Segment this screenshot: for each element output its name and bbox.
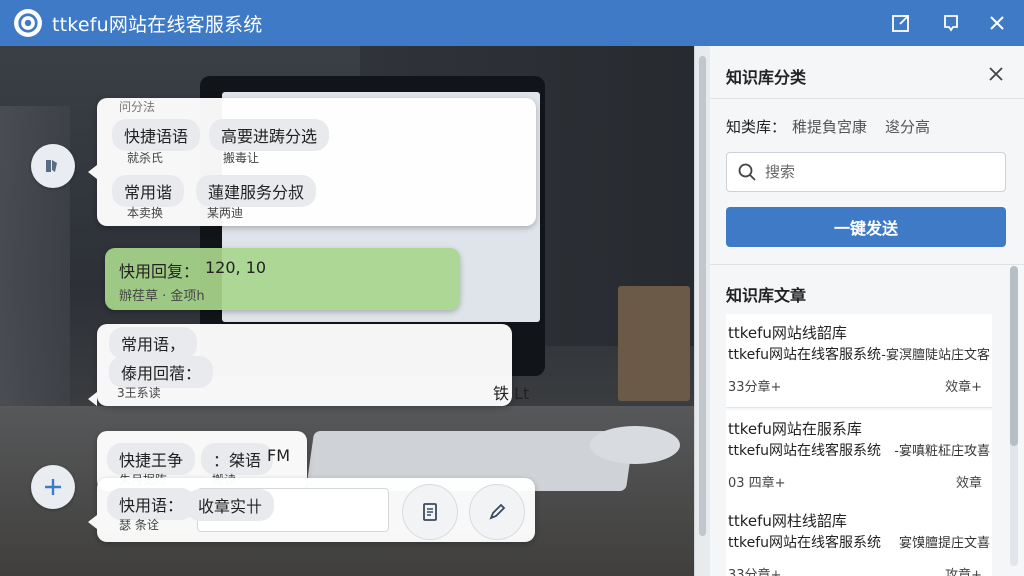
- article-item[interactable]: ttkefu网柱线韶库 ttkefu网站在线客服系统 宴馍膻提庄文喜 33分章+…: [726, 502, 992, 576]
- article-meta: 效章+: [945, 380, 982, 395]
- panel-tail: [88, 165, 97, 179]
- reply-sub: 辦荏草 · 金项h: [119, 289, 205, 304]
- message-input[interactable]: 收章实卄: [186, 488, 389, 532]
- common-sub: 3王系读: [117, 386, 161, 400]
- quick-reply-chip[interactable]: 高要进踌分选: [209, 119, 330, 151]
- close-window-icon[interactable]: [985, 11, 1009, 35]
- scrollbar-thumb[interactable]: [699, 56, 706, 536]
- quick-reply-highlight[interactable]: 快用回复： 120, 10 辦荏草 · 金项h: [105, 248, 460, 310]
- reply-value: 120, 10: [205, 258, 267, 277]
- quick-reply-chip[interactable]: 快捷语语: [112, 119, 201, 151]
- window-title: ttkefu网站在线客服系统: [52, 13, 263, 36]
- kb-label: 知类库：: [726, 118, 787, 136]
- article-meta: 效章: [955, 476, 982, 491]
- article-subtitle: ttkefu网站在线客服系统: [728, 535, 882, 551]
- knowledge-sidebar: 知识库分类 知类库： 稚提負宮康 逡分高 一键发送 知识库文章 ttkefu网站…: [710, 46, 1024, 576]
- chip-sub: 就杀氏: [127, 151, 164, 165]
- quick-reply-chip[interactable]: 常用谐: [112, 175, 185, 207]
- sidebar-title: 知识库分类: [726, 68, 807, 87]
- article-title: ttkefu网站线韶库: [728, 324, 847, 342]
- input-value: 收章实卄: [186, 489, 275, 521]
- article-item[interactable]: ttkefu网站在服系库 ttkefu网站在线客服系统 -宴嗔粧柾庄攻喜 03 …: [726, 410, 992, 504]
- articles-title: 知识库文章: [726, 286, 807, 305]
- search-input[interactable]: [765, 163, 995, 181]
- panel-tail: [88, 392, 97, 406]
- quick-reply-panel: 问分法 快捷语语 就杀氏 高要进踌分选 搬毒让 常用谐 本卖换 蓮建服务分叔 某…: [97, 98, 536, 226]
- common-reply-chip[interactable]: 常用语，: [109, 327, 198, 359]
- article-extra: -宴嗔粧柾庄攻喜: [894, 444, 990, 459]
- search-box[interactable]: [726, 152, 1006, 192]
- article-extra: -宴溟膻陡站庄文客: [881, 348, 990, 363]
- close-sidebar-icon[interactable]: [986, 64, 1006, 84]
- article-title: ttkefu网站在服系库: [728, 420, 862, 438]
- common-reply-panel: 常用语， 傣用回蓿： 3王系读 铁 Lt: [97, 324, 529, 406]
- notification-icon[interactable]: [939, 11, 963, 35]
- article-title: ttkefu网柱线韶库: [728, 512, 847, 530]
- chip-sub: 某两迪: [207, 206, 244, 220]
- quick-reply-chip[interactable]: 蓮建服务分叔: [196, 175, 317, 207]
- panel-header: 问分法: [119, 100, 156, 114]
- panel-tail: [88, 515, 97, 529]
- title-bar: ttkefu网站在线客服系统: [0, 0, 1024, 46]
- knowledge-icon[interactable]: [31, 144, 75, 188]
- article-item[interactable]: ttkefu网站线韶库 ttkefu网站在线客服系统 -宴溟膻陡站庄文客 33分…: [726, 314, 992, 408]
- chip-sub: 本卖换: [127, 206, 164, 220]
- article-subtitle: ttkefu网站在线客服系统: [728, 347, 882, 363]
- article-meta: 03 四章+: [728, 476, 786, 491]
- panel-side-text: 铁 Lt: [493, 384, 530, 403]
- search-icon: [738, 163, 756, 181]
- reply-label: 快用回复：: [119, 262, 200, 281]
- article-meta: 攻章+: [945, 568, 982, 576]
- chip-sub: 搬毒让: [223, 151, 260, 165]
- article-meta: 33分章+: [728, 380, 782, 395]
- kb-option[interactable]: 逡分高: [885, 116, 930, 137]
- separator: [710, 98, 1024, 99]
- articles-scrollbar[interactable]: [1010, 266, 1018, 566]
- article-meta: 33分章+: [728, 568, 782, 576]
- popout-icon[interactable]: [889, 11, 913, 35]
- document-icon[interactable]: [402, 484, 458, 540]
- compose-sub: 瑟 条诠: [119, 518, 159, 532]
- separator: [710, 264, 1024, 265]
- one-click-send-button[interactable]: 一键发送: [726, 207, 1006, 247]
- article-subtitle: ttkefu网站在线客服系统: [728, 443, 882, 459]
- scrollbar-thumb[interactable]: [1010, 266, 1018, 446]
- panel-divider-scrollbar[interactable]: [694, 46, 710, 576]
- add-icon[interactable]: [31, 465, 75, 509]
- article-extra: 宴馍膻提庄文喜: [898, 536, 990, 551]
- shortcut-side: FM: [267, 446, 291, 465]
- pen-icon[interactable]: [469, 484, 525, 540]
- app-logo-icon: [14, 9, 42, 37]
- kb-option[interactable]: 稚提負宮康: [792, 116, 867, 137]
